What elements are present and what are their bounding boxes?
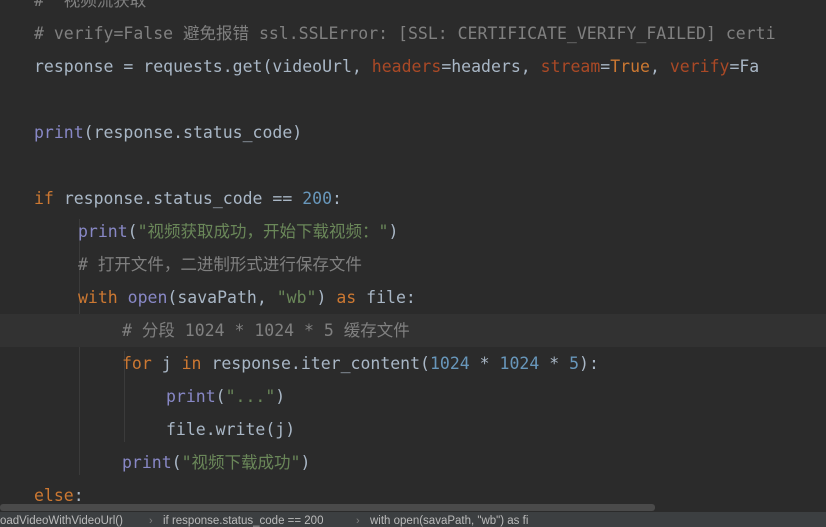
code-token: ( xyxy=(215,387,226,406)
code-token: headers xyxy=(371,57,442,76)
code-line[interactable]: else: xyxy=(0,479,826,503)
code-token: file: xyxy=(366,288,416,307)
code-token: * xyxy=(539,354,570,373)
code-token: ): xyxy=(579,354,599,373)
code-line[interactable]: with open(savaPath, "wb") as file: xyxy=(0,281,826,314)
code-line[interactable]: # 视频流获取 xyxy=(0,0,826,17)
code-token: in xyxy=(181,354,212,373)
code-token: print xyxy=(78,222,128,241)
code-token: =headers, xyxy=(441,57,541,76)
scrollbar-thumb[interactable] xyxy=(0,504,655,511)
code-token: open xyxy=(127,288,168,307)
code-token: : xyxy=(332,189,342,208)
code-token: response.iter_content( xyxy=(211,354,430,373)
code-token: 1024 xyxy=(499,354,540,373)
code-token: ( xyxy=(171,453,182,472)
code-line[interactable] xyxy=(0,149,826,182)
code-token: print xyxy=(166,387,216,406)
code-token: ) xyxy=(275,387,286,406)
breadcrumb-item[interactable]: if response.status_code == 200 xyxy=(163,512,323,527)
code-token: j xyxy=(161,354,182,373)
code-token: 200 xyxy=(302,189,333,208)
code-line[interactable]: # 分段 1024 * 1024 * 5 缓存文件 xyxy=(0,314,826,347)
code-token: # 视频流获取 xyxy=(34,0,147,10)
code-token: True xyxy=(610,57,650,76)
breadcrumb-separator-icon: › xyxy=(356,515,360,527)
code-line[interactable]: # verify=False 避免报错 ssl.SSLError: [SSL: … xyxy=(0,17,826,50)
code-line[interactable]: if response.status_code == 200: xyxy=(0,182,826,215)
breadcrumb-item[interactable]: oadVideoWithVideoUrl() xyxy=(0,512,123,527)
code-token: 5 xyxy=(569,354,580,373)
code-token: with xyxy=(78,288,128,307)
code-line[interactable]: print("视频获取成功，开始下载视频：") xyxy=(0,215,826,248)
breadcrumb-item[interactable]: with open(savaPath, "wb") as fi xyxy=(370,512,528,527)
code-token: ( xyxy=(127,222,138,241)
code-token: "wb" xyxy=(276,288,317,307)
code-line[interactable]: print("视频下载成功") xyxy=(0,446,826,479)
code-editor[interactable]: # 视频流获取 # verify=False 避免报错 ssl.SSLError:… xyxy=(0,0,826,503)
code-token: file.write(j) xyxy=(166,420,296,439)
code-token: =Fa xyxy=(729,57,760,76)
breadcrumb: oadVideoWithVideoUrl() › if response.statu… xyxy=(0,512,826,527)
code-token: "视频下载成功" xyxy=(181,453,301,472)
code-line[interactable]: file.write(j) xyxy=(0,413,826,446)
breadcrumb-separator-icon: › xyxy=(149,515,153,527)
code-line[interactable]: response = requests.get(videoUrl, header… xyxy=(0,50,826,83)
code-token: "视频获取成功，开始下载视频：" xyxy=(137,222,389,241)
code-token: if xyxy=(34,189,64,208)
code-line[interactable]: for j in response.iter_content(1024 * 10… xyxy=(0,347,826,380)
code-line[interactable]: print("...") xyxy=(0,380,826,413)
code-token: print xyxy=(34,123,84,142)
code-token: : xyxy=(73,486,84,503)
code-token: # 打开文件，二进制形式进行保存文件 xyxy=(78,255,362,274)
code-token: , xyxy=(649,57,670,76)
code-token: print xyxy=(122,453,172,472)
code-token: # 分段 1024 * 1024 * 5 缓存文件 xyxy=(122,321,410,340)
code-line[interactable]: # 打开文件，二进制形式进行保存文件 xyxy=(0,248,826,281)
code-token: "..." xyxy=(225,387,276,406)
code-token: response.status_code == xyxy=(63,189,303,208)
code-token: (response.status_code) xyxy=(83,123,303,142)
code-token: verify xyxy=(669,57,730,76)
code-token: 1024 xyxy=(429,354,470,373)
code-token: for xyxy=(122,354,162,373)
code-token: ) xyxy=(316,288,337,307)
code-line[interactable]: print(response.status_code) xyxy=(0,116,826,149)
code-token: else xyxy=(34,486,74,503)
code-token: ) xyxy=(388,222,399,241)
code-token: stream xyxy=(540,57,601,76)
code-token: * xyxy=(469,354,500,373)
code-token: response = requests.get(videoUrl, xyxy=(34,57,372,76)
code-token: # verify=False 避免报错 ssl.SSLError: [SSL: … xyxy=(34,24,776,43)
code-token: as xyxy=(336,288,367,307)
code-line[interactable] xyxy=(0,83,826,116)
horizontal-scrollbar[interactable] xyxy=(0,503,826,512)
code-token: (savaPath, xyxy=(167,288,277,307)
code-token: = xyxy=(600,57,611,76)
code-token: ) xyxy=(300,453,311,472)
